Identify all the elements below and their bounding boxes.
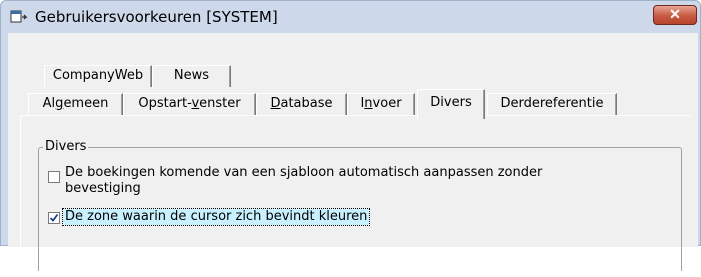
title-bar[interactable]: Gebruikersvoorkeuren [SYSTEM] ✕ bbox=[1, 1, 701, 33]
window-title: Gebruikersvoorkeuren [SYSTEM] bbox=[35, 8, 278, 26]
tab-opstart-venster[interactable]: Opstart-venster bbox=[123, 93, 256, 115]
tab-algemeen[interactable]: Algemeen bbox=[28, 93, 123, 115]
tab-divers[interactable]: Divers bbox=[417, 89, 485, 119]
tab-invoer[interactable]: Invoer bbox=[347, 93, 415, 115]
tab-label-post: atabase bbox=[280, 96, 333, 111]
tab-label-post: emeen bbox=[63, 96, 109, 111]
option-auto-adjust-label-line2[interactable]: bevestiging bbox=[65, 181, 141, 197]
tab-label-post: voer bbox=[372, 96, 402, 111]
tab-label-pre: Opstart- bbox=[138, 96, 192, 111]
groupbox-title: Divers bbox=[43, 139, 89, 154]
preferences-window: Gebruikersvoorkeuren [SYSTEM] ✕ CompanyW… bbox=[0, 0, 701, 277]
tab-derdereferentie[interactable]: Derdereferentie bbox=[487, 93, 617, 115]
tab-accelerator: D bbox=[270, 96, 281, 111]
tab-label: News bbox=[173, 68, 210, 83]
tab-companyweb[interactable]: CompanyWeb bbox=[44, 65, 152, 87]
close-button[interactable]: ✕ bbox=[653, 5, 697, 25]
option-auto-adjust-checkbox[interactable] bbox=[48, 171, 60, 183]
tab-accelerator: n bbox=[364, 96, 373, 111]
tab-database[interactable]: Database bbox=[256, 93, 347, 115]
tab-label: CompanyWeb bbox=[52, 68, 144, 83]
option-color-cursor-zone-checkbox[interactable] bbox=[48, 212, 60, 224]
tab-news[interactable]: News bbox=[152, 65, 231, 87]
tab-label-post: enster bbox=[199, 96, 241, 111]
checkmark-icon bbox=[49, 213, 59, 222]
option-color-cursor-zone-label[interactable]: De zone waarin de cursor zich bevindt kl… bbox=[61, 208, 371, 226]
option-auto-adjust-label-line1[interactable]: De boekingen komende van een sjabloon au… bbox=[65, 165, 542, 181]
tab-label-pre: Al bbox=[42, 96, 56, 111]
app-icon[interactable] bbox=[10, 9, 28, 25]
tab-label: Derdereferentie bbox=[500, 96, 604, 111]
tab-label: Divers bbox=[430, 95, 472, 110]
